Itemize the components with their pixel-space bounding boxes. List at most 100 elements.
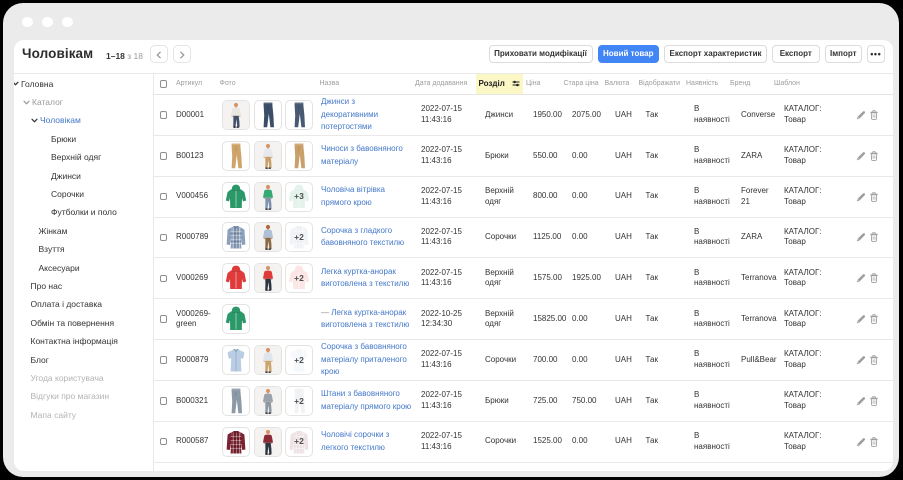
product-name-link[interactable]: Чиноси з бавовняного матеріалу	[321, 144, 403, 165]
delete-trash-icon[interactable]	[870, 232, 878, 242]
column-header-old_price[interactable]: Стара ціна	[563, 74, 603, 95]
row-checkbox[interactable]	[160, 275, 168, 283]
delete-trash-icon[interactable]	[870, 314, 878, 324]
delete-trash-icon[interactable]	[870, 151, 878, 161]
sidebar-item[interactable]: Каталог	[14, 93, 153, 111]
more-actions-button[interactable]: •••	[867, 45, 885, 63]
product-photo-person[interactable]	[254, 182, 282, 212]
edit-pencil-icon[interactable]	[856, 396, 866, 406]
sidebar-item[interactable]: Джинси	[14, 166, 153, 184]
column-header-article[interactable]: Артикул	[173, 74, 219, 95]
select-all-checkbox[interactable]	[160, 80, 168, 88]
product-photo-jacket[interactable]	[222, 304, 250, 334]
sidebar-item[interactable]: Блог	[14, 350, 153, 368]
window-control-dot[interactable]	[42, 17, 53, 28]
product-photo-person[interactable]	[254, 386, 282, 416]
column-header-brand[interactable]: Бренд	[728, 74, 771, 95]
product-photo-shirt[interactable]	[222, 222, 250, 252]
column-header-visible[interactable]: Відображати	[636, 74, 682, 95]
delete-trash-icon[interactable]	[870, 273, 878, 283]
edit-pencil-icon[interactable]	[856, 110, 866, 120]
sidebar-item[interactable]: Мапа сайту	[14, 406, 153, 424]
column-header-section[interactable]: Розділ	[476, 74, 523, 95]
new-product-button[interactable]: Новий товар	[598, 45, 660, 63]
product-photo-person[interactable]	[254, 427, 282, 457]
delete-trash-icon[interactable]	[870, 355, 878, 365]
product-name-link[interactable]: Чоловіча вітрівка прямого крою	[321, 185, 385, 206]
column-header-date[interactable]: Дата додавання	[413, 74, 473, 95]
product-name-link[interactable]: Чоловічі сорочки з легкого текстилю	[321, 430, 389, 451]
window-control-dot[interactable]	[62, 17, 73, 28]
product-photo-person[interactable]	[254, 222, 282, 252]
row-checkbox[interactable]	[160, 315, 168, 323]
row-checkbox[interactable]	[160, 356, 168, 364]
edit-pencil-icon[interactable]	[856, 355, 866, 365]
sidebar-item[interactable]: Аксесуари	[14, 258, 153, 276]
export-button[interactable]: Експорт	[772, 45, 820, 63]
sidebar-item[interactable]: Чоловікам	[14, 111, 153, 129]
product-name-link[interactable]: Сорочка з гладкого бавовняного текстилю	[321, 226, 404, 247]
row-checkbox[interactable]	[160, 234, 168, 242]
product-name-link[interactable]: Джинси з декоративними потертостями	[321, 97, 378, 131]
delete-trash-icon[interactable]	[870, 110, 878, 120]
product-photo-pants[interactable]	[222, 141, 250, 171]
sidebar-item[interactable]: Жінкам	[14, 222, 153, 240]
pagination-prev-button[interactable]	[150, 45, 168, 63]
column-header-photo[interactable]: Фото	[219, 74, 317, 95]
column-header-template[interactable]: Шаблон	[771, 74, 849, 95]
column-header-availability[interactable]: Наявність	[682, 74, 728, 95]
product-photo-pants[interactable]	[285, 141, 313, 171]
product-name-link[interactable]: Сорочка з бавовняного матеріалу притален…	[321, 342, 407, 376]
product-photo-jacket[interactable]	[222, 263, 250, 293]
edit-pencil-icon[interactable]	[856, 151, 866, 161]
product-photo-person[interactable]	[254, 263, 282, 293]
column-header-price[interactable]: Ціна	[525, 74, 563, 95]
edit-pencil-icon[interactable]	[856, 273, 866, 283]
sidebar-item[interactable]: Відгуки про магазин	[14, 387, 153, 405]
product-photo-jacket[interactable]	[222, 182, 250, 212]
row-checkbox[interactable]	[160, 438, 168, 446]
sidebar-item[interactable]: Обмін та повернення	[14, 314, 153, 332]
edit-pencil-icon[interactable]	[856, 192, 866, 202]
product-name-link[interactable]: Штани з бавовняного матеріалу прямого кр…	[321, 389, 411, 410]
sidebar-item[interactable]: Сорочки	[14, 185, 153, 203]
sidebar-item[interactable]: Оплата і доставка	[14, 295, 153, 313]
column-header-currency[interactable]: Валюта	[603, 74, 636, 95]
product-photo-pants[interactable]	[254, 100, 282, 130]
product-name-link[interactable]: Легка куртка-анорак виготовлена з тексти…	[321, 308, 409, 329]
sidebar-item[interactable]: Брюки	[14, 130, 153, 148]
product-photo-person[interactable]	[254, 141, 282, 171]
export-characteristics-button[interactable]: Експорт характеристик	[664, 45, 767, 63]
hide-modifications-button[interactable]: Приховати модифікації	[489, 45, 593, 63]
delete-trash-icon[interactable]	[870, 192, 878, 202]
more-photos-thumb[interactable]: +2	[285, 345, 313, 375]
more-photos-thumb[interactable]: +3	[285, 182, 313, 212]
product-photo-person[interactable]	[254, 345, 282, 375]
more-photos-thumb[interactable]: +2	[285, 386, 313, 416]
sidebar-item[interactable]: Угода користувача	[14, 369, 153, 387]
more-photos-thumb[interactable]: +2	[285, 427, 313, 457]
more-photos-thumb[interactable]: +2	[285, 263, 313, 293]
column-header-name[interactable]: Назва	[317, 74, 413, 95]
product-photo-pants[interactable]	[285, 100, 313, 130]
edit-pencil-icon[interactable]	[856, 232, 866, 242]
product-photo-pants[interactable]	[222, 386, 250, 416]
row-checkbox[interactable]	[160, 193, 168, 201]
product-photo-shirt[interactable]	[222, 345, 250, 375]
sidebar-item[interactable]: Головна	[14, 75, 153, 93]
sidebar-item[interactable]: Взуття	[14, 240, 153, 258]
sidebar-item[interactable]: Верхній одяг	[14, 148, 153, 166]
sidebar-item[interactable]: Контактна інформація	[14, 332, 153, 350]
sidebar-item[interactable]: Про нас	[14, 277, 153, 295]
product-photo-person[interactable]	[222, 100, 250, 130]
row-checkbox[interactable]	[160, 397, 168, 405]
row-checkbox[interactable]	[160, 152, 168, 160]
edit-pencil-icon[interactable]	[856, 314, 866, 324]
product-name-link[interactable]: Легка куртка-анорак виготовлена з тексти…	[321, 267, 409, 288]
window-control-dot[interactable]	[22, 17, 33, 28]
delete-trash-icon[interactable]	[870, 437, 878, 447]
product-photo-shirt[interactable]	[222, 427, 250, 457]
import-button[interactable]: Імпорт	[825, 45, 863, 63]
pagination-next-button[interactable]	[173, 45, 191, 63]
edit-pencil-icon[interactable]	[856, 437, 866, 447]
